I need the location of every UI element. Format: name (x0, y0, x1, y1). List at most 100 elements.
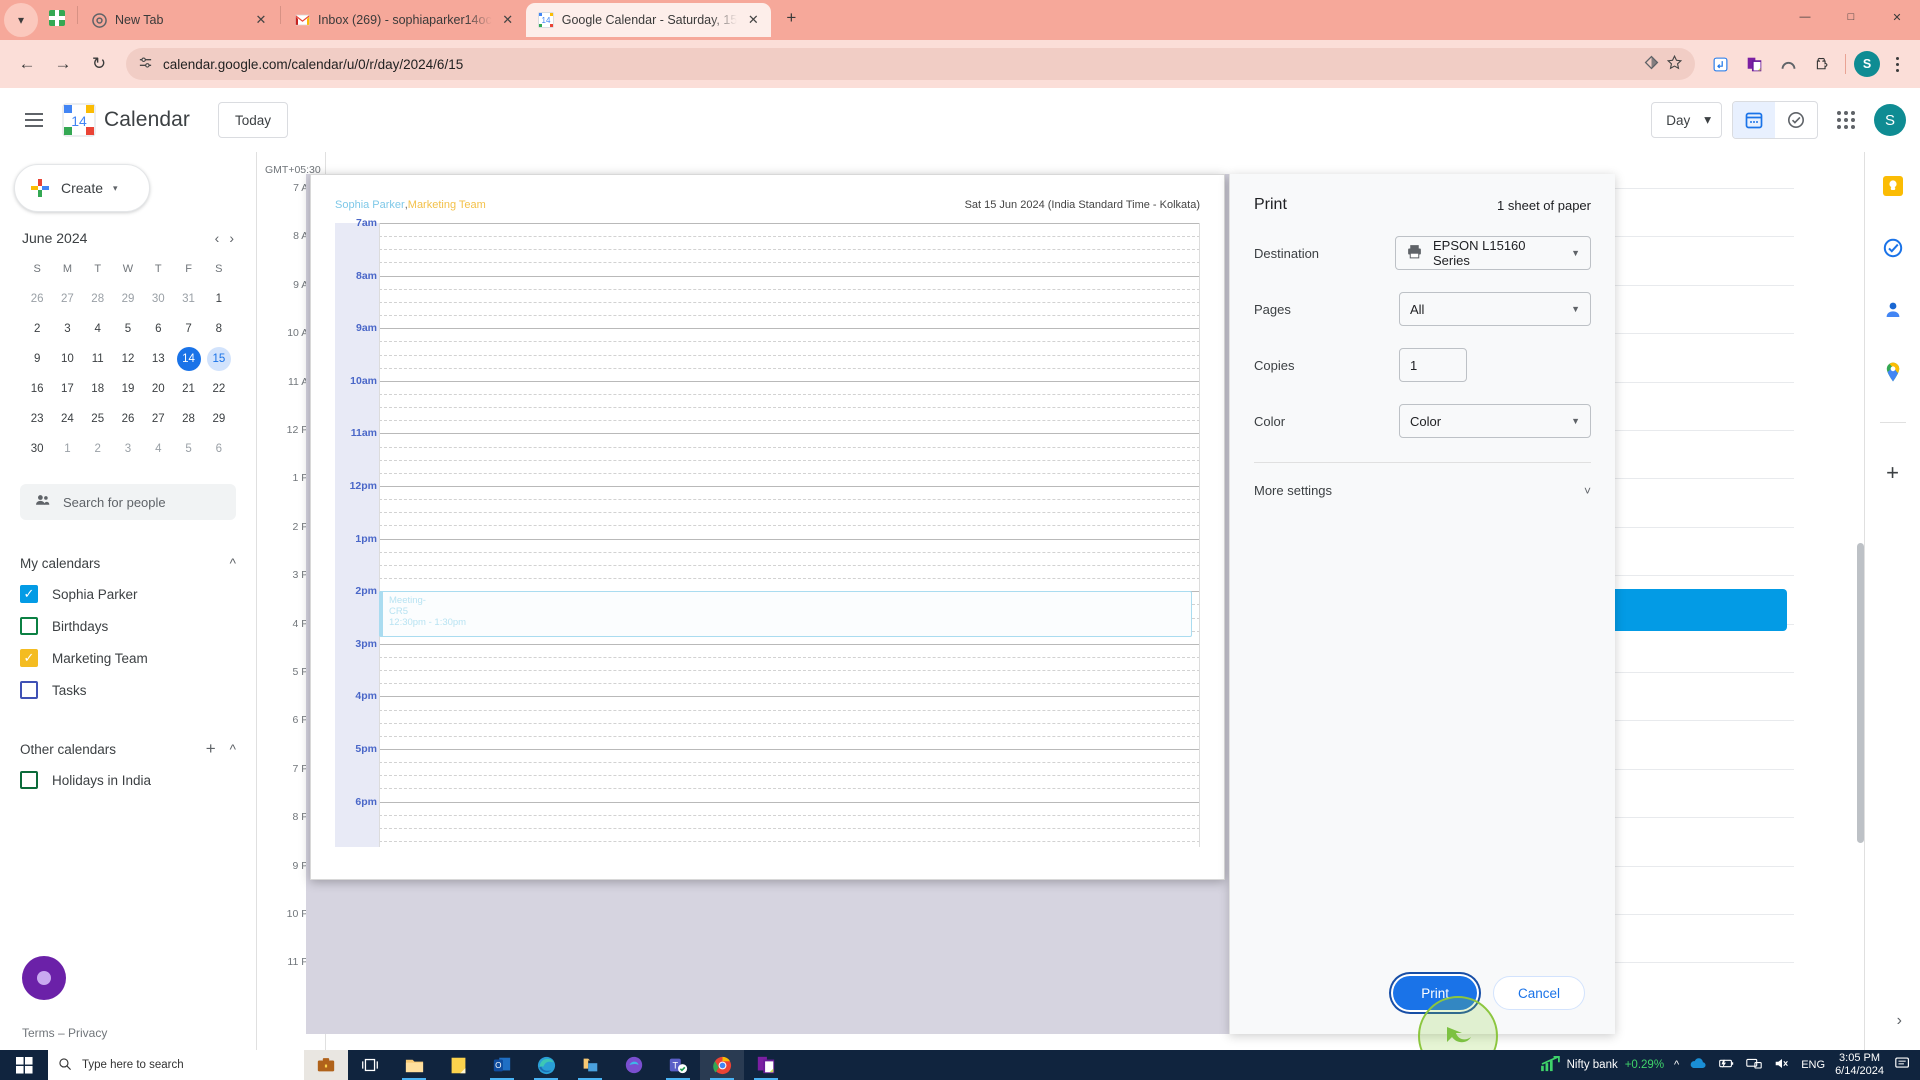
mini-calendar-day[interactable]: 26 (22, 288, 52, 310)
pinned-tab-calendar-icon[interactable] (44, 5, 70, 31)
show-hidden-icons[interactable]: ^ (1674, 1059, 1679, 1071)
add-addon-icon[interactable]: + (1881, 460, 1905, 485)
mini-calendar-day[interactable]: 31 (173, 288, 203, 310)
mini-calendar-day[interactable]: 29 (113, 288, 143, 310)
calendar-checkbox[interactable] (20, 771, 38, 789)
browser-tab-1[interactable]: New Tab ✕ (79, 3, 279, 37)
google-apps-icon[interactable] (1828, 102, 1864, 138)
taskbar-teams-icon[interactable]: T (656, 1050, 700, 1080)
mini-calendar-day[interactable]: 22 (204, 378, 234, 400)
mini-calendar-day[interactable]: 15 (204, 347, 234, 371)
stock-ticker[interactable]: Nifty bank +0.29% (1540, 1055, 1664, 1075)
battery-icon[interactable] (1717, 1057, 1735, 1073)
mini-calendar-day[interactable]: 10 (52, 348, 82, 370)
mini-calendar-day[interactable]: 27 (52, 288, 82, 310)
calendar-checkbox[interactable]: ✓ (20, 649, 38, 667)
mini-calendar-day[interactable]: 3 (52, 318, 82, 340)
taskbar-notepad-icon[interactable] (436, 1050, 480, 1080)
volume-muted-icon[interactable] (1773, 1057, 1791, 1073)
mini-calendar-day[interactable]: 18 (83, 378, 113, 400)
mini-calendar-day[interactable]: 13 (143, 348, 173, 370)
destination-select[interactable]: EPSON L15160 Series ▼ (1395, 236, 1591, 270)
expand-panel-icon[interactable]: › (1897, 1012, 1902, 1030)
address-bar[interactable]: calendar.google.com/calendar/u/0/r/day/2… (126, 48, 1695, 80)
search-people-input[interactable]: Search for people (20, 484, 236, 520)
pages-select[interactable]: All ▼ (1399, 292, 1591, 326)
mini-calendar-day[interactable]: 17 (52, 378, 82, 400)
taskbar-clock[interactable]: 3:05 PM 6/14/2024 (1835, 1052, 1884, 1078)
mini-calendar-day[interactable]: 6 (143, 318, 173, 340)
taskbar-search[interactable]: Type here to search (48, 1050, 304, 1080)
mini-calendar-grid[interactable]: S M T W T F S 26 27 28 29 30 31 1 2 3 4 5 6 7 8 9 10 11 12 13 14 15… (22, 258, 234, 460)
taskbar-edge-icon[interactable] (524, 1050, 568, 1080)
taskbar-briefcase-icon[interactable] (304, 1050, 348, 1080)
other-calendar-item[interactable]: Holidays in India (20, 764, 236, 796)
tasks-mode-button[interactable] (1775, 102, 1817, 138)
main-menu-icon[interactable] (14, 100, 54, 140)
terms-privacy-link[interactable]: Terms – Privacy (22, 1026, 107, 1040)
taskbar-taskview-icon[interactable] (348, 1050, 392, 1080)
contacts-icon[interactable] (1881, 298, 1905, 322)
mini-calendar-day[interactable]: 30 (22, 438, 52, 460)
mini-calendar-day[interactable]: 1 (52, 438, 82, 460)
tab-search-button[interactable]: ▾ (4, 3, 38, 37)
profile-avatar[interactable]: S (1854, 51, 1880, 77)
copy-extension-icon[interactable] (1739, 49, 1769, 79)
translate-icon[interactable] (1705, 49, 1735, 79)
mini-calendar-day[interactable]: 19 (113, 378, 143, 400)
calendar-checkbox[interactable] (20, 681, 38, 699)
more-settings-toggle[interactable]: More settings ˅ (1230, 483, 1615, 498)
support-chat-bubble[interactable] (22, 956, 66, 1000)
taskbar-chrome-icon[interactable] (700, 1050, 744, 1080)
create-button[interactable]: Create ▾ (14, 164, 150, 212)
mini-calendar-day[interactable]: 11 (83, 348, 113, 370)
mini-calendar-day[interactable]: 12 (113, 348, 143, 370)
new-tab-button[interactable]: + (777, 4, 805, 32)
color-select[interactable]: Color ▼ (1399, 404, 1591, 438)
mini-calendar-day[interactable]: 7 (173, 318, 203, 340)
mini-calendar-day[interactable]: 30 (143, 288, 173, 310)
maps-icon[interactable] (1881, 360, 1905, 384)
mini-calendar-day[interactable]: 28 (173, 408, 203, 430)
mini-calendar-day[interactable]: 27 (143, 408, 173, 430)
mini-calendar-day[interactable]: 24 (52, 408, 82, 430)
calendar-mode-button[interactable] (1733, 102, 1775, 138)
mini-calendar-day[interactable]: 2 (22, 318, 52, 340)
collapse-icon[interactable]: ^ (230, 742, 236, 757)
close-window-button[interactable]: ✕ (1874, 0, 1920, 34)
mini-calendar-prev-icon[interactable]: ‹ (215, 230, 220, 246)
mini-calendar-day[interactable]: 26 (113, 408, 143, 430)
taskbar-outlook-icon[interactable]: O (480, 1050, 524, 1080)
site-settings-icon[interactable] (138, 55, 153, 73)
mini-calendar-day[interactable]: 9 (22, 348, 52, 370)
taskbar-copilot-icon[interactable] (612, 1050, 656, 1080)
mini-calendar-day[interactable]: 8 (204, 318, 234, 340)
close-icon[interactable]: ✕ (253, 12, 269, 28)
maximize-button[interactable]: □ (1828, 0, 1874, 34)
tasks-icon[interactable] (1881, 236, 1905, 260)
arc-extension-icon[interactable] (1773, 49, 1803, 79)
mini-calendar-day[interactable]: 5 (113, 318, 143, 340)
mini-calendar-day[interactable]: 25 (83, 408, 113, 430)
today-button[interactable]: Today (218, 102, 289, 138)
minimize-button[interactable]: — (1782, 0, 1828, 34)
mini-calendar-next-icon[interactable]: › (229, 230, 234, 246)
mini-calendar-day[interactable]: 6 (204, 438, 234, 460)
cancel-button[interactable]: Cancel (1492, 976, 1585, 1010)
taskbar-onedrive-icon[interactable] (568, 1050, 612, 1080)
mini-calendar-day[interactable]: 4 (83, 318, 113, 340)
reload-icon[interactable]: ↻ (82, 47, 116, 81)
start-button[interactable] (0, 1050, 48, 1080)
mini-calendar-day[interactable]: 1 (204, 288, 234, 310)
puzzle-extensions-icon[interactable] (1807, 49, 1837, 79)
view-selector[interactable]: Day ▾ (1651, 102, 1722, 138)
calendar-checkbox[interactable] (20, 617, 38, 635)
calendar-checkbox[interactable]: ✓ (20, 585, 38, 603)
mini-calendar-day[interactable]: 20 (143, 378, 173, 400)
mini-calendar-day[interactable]: 28 (83, 288, 113, 310)
onedrive-tray-icon[interactable] (1689, 1057, 1707, 1073)
mini-calendar-day[interactable]: 5 (173, 438, 203, 460)
browser-tab-3[interactable]: 14 Google Calendar - Saturday, 15 ✕ (525, 3, 772, 37)
mini-calendar-day[interactable]: 21 (173, 378, 203, 400)
mini-calendar-day[interactable]: 3 (113, 438, 143, 460)
